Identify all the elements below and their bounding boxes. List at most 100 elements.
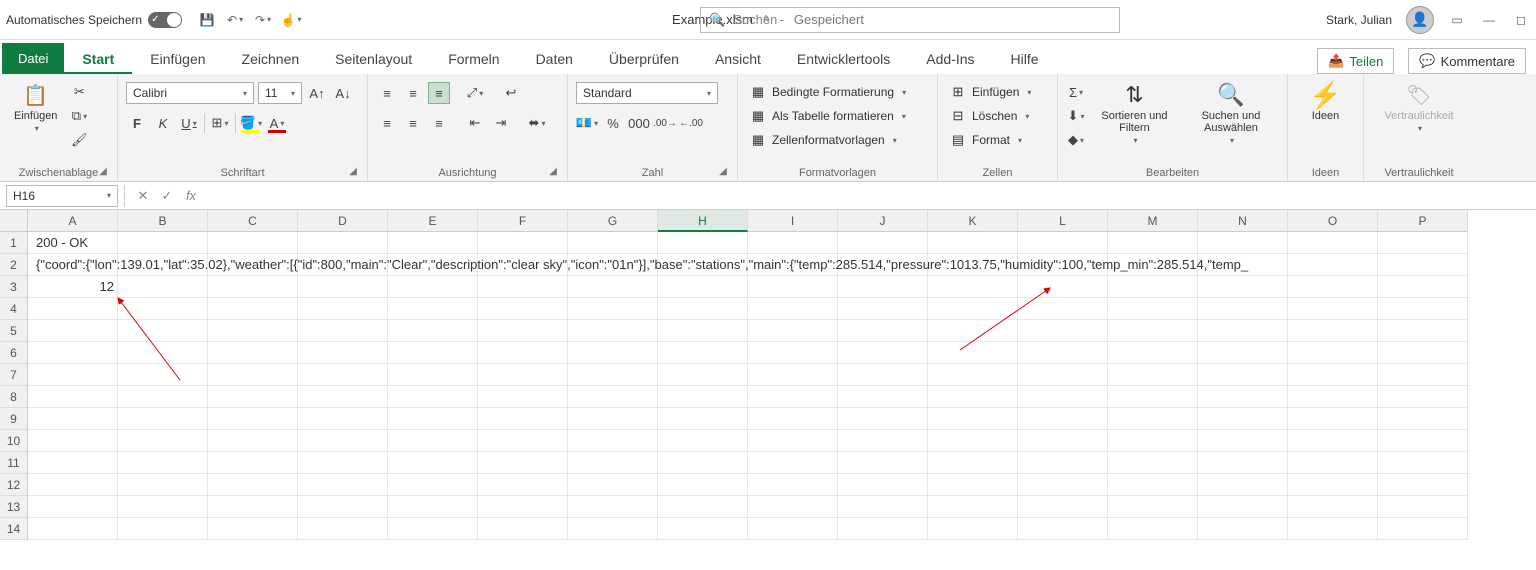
cell-n14[interactable] [1198,518,1288,540]
cell-k12[interactable] [928,474,1018,496]
font-name-select[interactable]: Calibri▾ [126,82,254,104]
cell-c12[interactable] [208,474,298,496]
row-header-14[interactable]: 14 [0,518,28,540]
cell-c5[interactable] [208,320,298,342]
cell-h10[interactable] [658,430,748,452]
cell-c14[interactable] [208,518,298,540]
align-bottom-icon[interactable]: ≡ [428,82,450,104]
tab-developer[interactable]: Entwicklertools [779,43,908,74]
cancel-formula-icon[interactable]: ✕ [131,188,155,204]
cell-i4[interactable] [748,298,838,320]
cell-i9[interactable] [748,408,838,430]
cell-d9[interactable] [298,408,388,430]
borders-icon[interactable]: ⊞▾ [209,112,231,134]
cell-n6[interactable] [1198,342,1288,364]
decrease-indent-icon[interactable]: ⇤ [464,112,486,134]
cell-g4[interactable] [568,298,658,320]
underline-button[interactable]: U▾ [178,112,200,134]
col-header-n[interactable]: N [1198,210,1288,232]
cell-n10[interactable] [1198,430,1288,452]
find-select-button[interactable]: 🔍 Suchen und Auswählen▾ [1183,78,1279,149]
number-format-select[interactable]: Standard▾ [576,82,718,104]
cell-k9[interactable] [928,408,1018,430]
clear-icon[interactable]: ◆▾ [1066,130,1086,150]
cell-a10[interactable] [28,430,118,452]
cell-h11[interactable] [658,452,748,474]
cell-c7[interactable] [208,364,298,386]
cell-h13[interactable] [658,496,748,518]
tab-draw[interactable]: Zeichnen [224,43,318,74]
fill-icon[interactable]: ⬇▾ [1066,106,1086,126]
cell-a13[interactable] [28,496,118,518]
cell-d11[interactable] [298,452,388,474]
fill-color-icon[interactable]: 🪣▾ [240,112,262,134]
cell-a12[interactable] [28,474,118,496]
avatar[interactable]: 👤 [1406,6,1434,34]
sensitivity-button[interactable]: 🏷 Vertraulichkeit▾ [1378,78,1459,137]
cell-c8[interactable] [208,386,298,408]
cell-m12[interactable] [1108,474,1198,496]
cell-k13[interactable] [928,496,1018,518]
cell-g10[interactable] [568,430,658,452]
cell-d10[interactable] [298,430,388,452]
cell-d1[interactable] [298,232,388,254]
cell-h12[interactable] [658,474,748,496]
tab-insert[interactable]: Einfügen [132,43,223,74]
cell-n5[interactable] [1198,320,1288,342]
cell-h7[interactable] [658,364,748,386]
increase-indent-icon[interactable]: ⇥ [490,112,512,134]
cell-b14[interactable] [118,518,208,540]
insert-cells-button[interactable]: ⊞Einfügen▾ [946,82,1035,102]
cell-f9[interactable] [478,408,568,430]
undo-icon[interactable]: ↶▾ [226,11,244,29]
minimize-icon[interactable]: — [1480,11,1498,29]
align-right-icon[interactable]: ≡ [428,112,450,134]
comments-button[interactable]: 💬Kommentare [1408,48,1526,74]
cell-j6[interactable] [838,342,928,364]
col-header-l[interactable]: L [1018,210,1108,232]
cell-k1[interactable] [928,232,1018,254]
cell-l9[interactable] [1018,408,1108,430]
cell-f7[interactable] [478,364,568,386]
cell-e4[interactable] [388,298,478,320]
cell-e3[interactable] [388,276,478,298]
thousands-icon[interactable]: 000 [628,112,650,134]
cell-h9[interactable] [658,408,748,430]
cell-m1[interactable] [1108,232,1198,254]
cell-p5[interactable] [1378,320,1468,342]
cell-m14[interactable] [1108,518,1198,540]
row-header-13[interactable]: 13 [0,496,28,518]
cell-n9[interactable] [1198,408,1288,430]
cell-g14[interactable] [568,518,658,540]
cell-m8[interactable] [1108,386,1198,408]
cell-d5[interactable] [298,320,388,342]
cell-o4[interactable] [1288,298,1378,320]
cell-e8[interactable] [388,386,478,408]
cell-styles-button[interactable]: ▦Zellenformatvorlagen▾ [746,130,901,150]
tab-help[interactable]: Hilfe [993,43,1057,74]
col-header-a[interactable]: A [28,210,118,232]
format-painter-icon[interactable]: 🖌 [69,130,89,150]
tab-view[interactable]: Ansicht [697,43,779,74]
cell-c11[interactable] [208,452,298,474]
cell-j3[interactable] [838,276,928,298]
font-size-select[interactable]: 11▾ [258,82,302,104]
cell-i7[interactable] [748,364,838,386]
cell-g8[interactable] [568,386,658,408]
cell-d13[interactable] [298,496,388,518]
cell-o3[interactable] [1288,276,1378,298]
cell-h14[interactable] [658,518,748,540]
cell-e7[interactable] [388,364,478,386]
cell-p3[interactable] [1378,276,1468,298]
cell-e9[interactable] [388,408,478,430]
col-header-i[interactable]: I [748,210,838,232]
paste-button[interactable]: 📋 Einfügen ▾ [8,78,63,137]
cell-a11[interactable] [28,452,118,474]
autosum-icon[interactable]: Σ▾ [1066,82,1086,102]
cell-m3[interactable] [1108,276,1198,298]
cell-b12[interactable] [118,474,208,496]
cell-b13[interactable] [118,496,208,518]
cell-f6[interactable] [478,342,568,364]
cell-m11[interactable] [1108,452,1198,474]
cell-f3[interactable] [478,276,568,298]
